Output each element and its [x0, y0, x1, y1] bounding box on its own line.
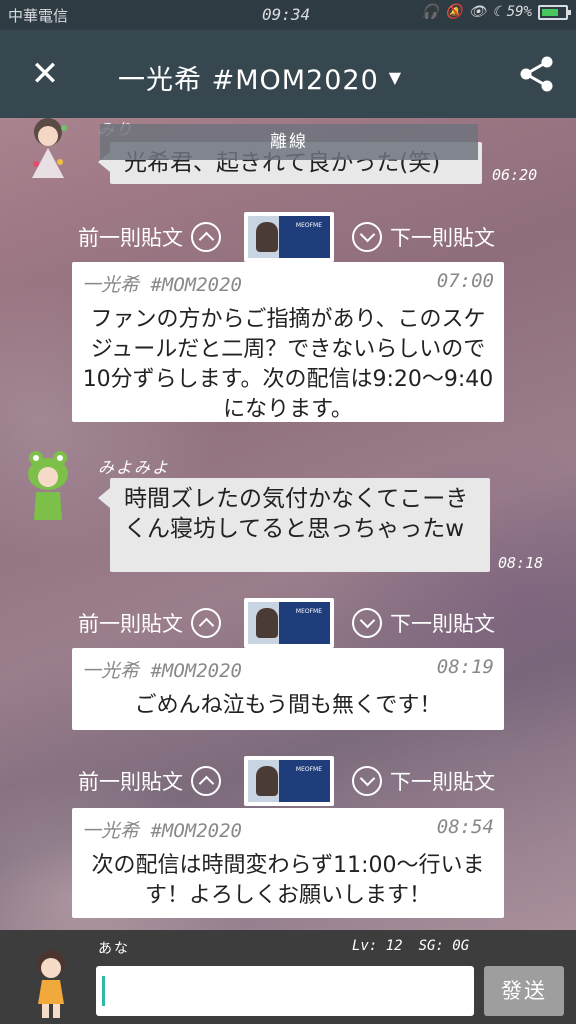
chevron-down-icon: [352, 608, 382, 638]
next-post-button[interactable]: 下一則貼文: [352, 766, 495, 796]
message-input[interactable]: [96, 966, 474, 1016]
user-avatar-miyomiyo[interactable]: [22, 450, 74, 520]
chat-area[interactable]: みり 光希君、起きれて良かった(笑) 06:20 離線 前一則貼文 MEOFME…: [0, 118, 576, 930]
eye-icon: 👁: [468, 4, 487, 20]
next-post-label: 下一則貼文: [390, 226, 495, 250]
post-card[interactable]: 一光希 #MOM2020 07:00 ファンの方からご指摘があり、このスケジュー…: [72, 262, 504, 422]
next-post-label: 下一則貼文: [390, 612, 495, 636]
post-time: 08:54: [436, 816, 494, 838]
prev-post-label: 前一則貼文: [78, 226, 183, 250]
offline-banner: 離線: [100, 124, 478, 160]
send-button[interactable]: 發送: [484, 966, 564, 1016]
next-post-label: 下一則貼文: [390, 770, 495, 794]
prev-post-button[interactable]: 前一則貼文: [78, 608, 221, 638]
chevron-up-icon: [191, 766, 221, 796]
next-post-button[interactable]: 下一則貼文: [352, 222, 495, 252]
user-level-info: Lv: 12 SG: 0G: [352, 938, 469, 954]
text-cursor: [102, 976, 105, 1006]
clock: 09:34: [262, 5, 311, 24]
level-label: Lv: 12: [352, 938, 403, 954]
caret-down-icon: ▼: [388, 68, 403, 87]
next-post-button[interactable]: 下一則貼文: [352, 608, 495, 638]
username-miyomiyo: みよみよ: [98, 458, 171, 477]
chevron-up-icon: [191, 222, 221, 252]
chevron-down-icon: [352, 222, 382, 252]
prev-post-label: 前一則貼文: [78, 612, 183, 636]
post-time: 08:19: [436, 656, 494, 678]
chevron-up-icon: [191, 608, 221, 638]
app-bar: ✕ 一光希 #MOM2020 ▼: [0, 30, 576, 118]
room-title-dropdown[interactable]: 一光希 #MOM2020 ▼: [118, 58, 402, 97]
room-title: 一光希 #MOM2020: [118, 65, 379, 96]
user-avatar-miri[interactable]: [22, 118, 74, 184]
prev-post-button[interactable]: 前一則貼文: [78, 222, 221, 252]
mute-bell-icon: 🔕: [445, 4, 463, 20]
share-icon[interactable]: [520, 56, 554, 92]
post-author: 一光希 #MOM2020: [82, 820, 242, 842]
close-icon[interactable]: ✕: [28, 54, 62, 94]
post-thumbnail[interactable]: MEOFME: [244, 598, 334, 648]
post-card[interactable]: 一光希 #MOM2020 08:19 ごめんね泣もう間も無くです！: [72, 648, 504, 730]
prev-post-button[interactable]: 前一則貼文: [78, 766, 221, 796]
post-time: 07:00: [436, 270, 494, 292]
post-text: ファンの方からご指摘があり、このスケジュールだと二周？できないらしいので10分ず…: [82, 307, 494, 422]
moon-icon: ☾: [492, 4, 501, 20]
prev-post-label: 前一則貼文: [78, 770, 183, 794]
post-text: 次の配信は時間変わらず11:00〜行います！よろしくお願いします！: [91, 853, 485, 908]
status-bar: 中華電信 09:34 🎧 🔕 👁 ☾ 59%: [0, 0, 576, 30]
message-bubble: 時間ズレたの気付かなくてこーきくん寝坊してると思っちゃったw: [98, 478, 490, 572]
post-thumbnail[interactable]: MEOFME: [244, 756, 334, 806]
my-username: あな: [98, 941, 130, 957]
my-avatar[interactable]: [26, 948, 76, 1020]
battery-icon: [538, 4, 571, 20]
post-author: 一光希 #MOM2020: [82, 660, 242, 682]
post-author: 一光希 #MOM2020: [82, 274, 242, 296]
post-card[interactable]: 一光希 #MOM2020 08:54 次の配信は時間変わらず11:00〜行います…: [72, 808, 504, 918]
status-icons: 🎧 🔕 👁 ☾ 59%: [421, 4, 571, 20]
post-text: ごめんね泣もう間も無くです！: [134, 693, 442, 718]
chevron-down-icon: [352, 766, 382, 796]
message-time: 08:18: [498, 554, 544, 572]
carrier-name: 中華電信: [8, 7, 69, 25]
post-thumbnail[interactable]: MEOFME: [244, 212, 334, 262]
message-input-bar: あな Lv: 12 SG: 0G 發送: [0, 930, 576, 1024]
sg-label: SG: 0G: [418, 938, 470, 954]
battery-percent: 59%: [506, 4, 532, 20]
message-time: 06:20: [492, 166, 538, 184]
headset-icon: 🎧: [421, 4, 440, 20]
